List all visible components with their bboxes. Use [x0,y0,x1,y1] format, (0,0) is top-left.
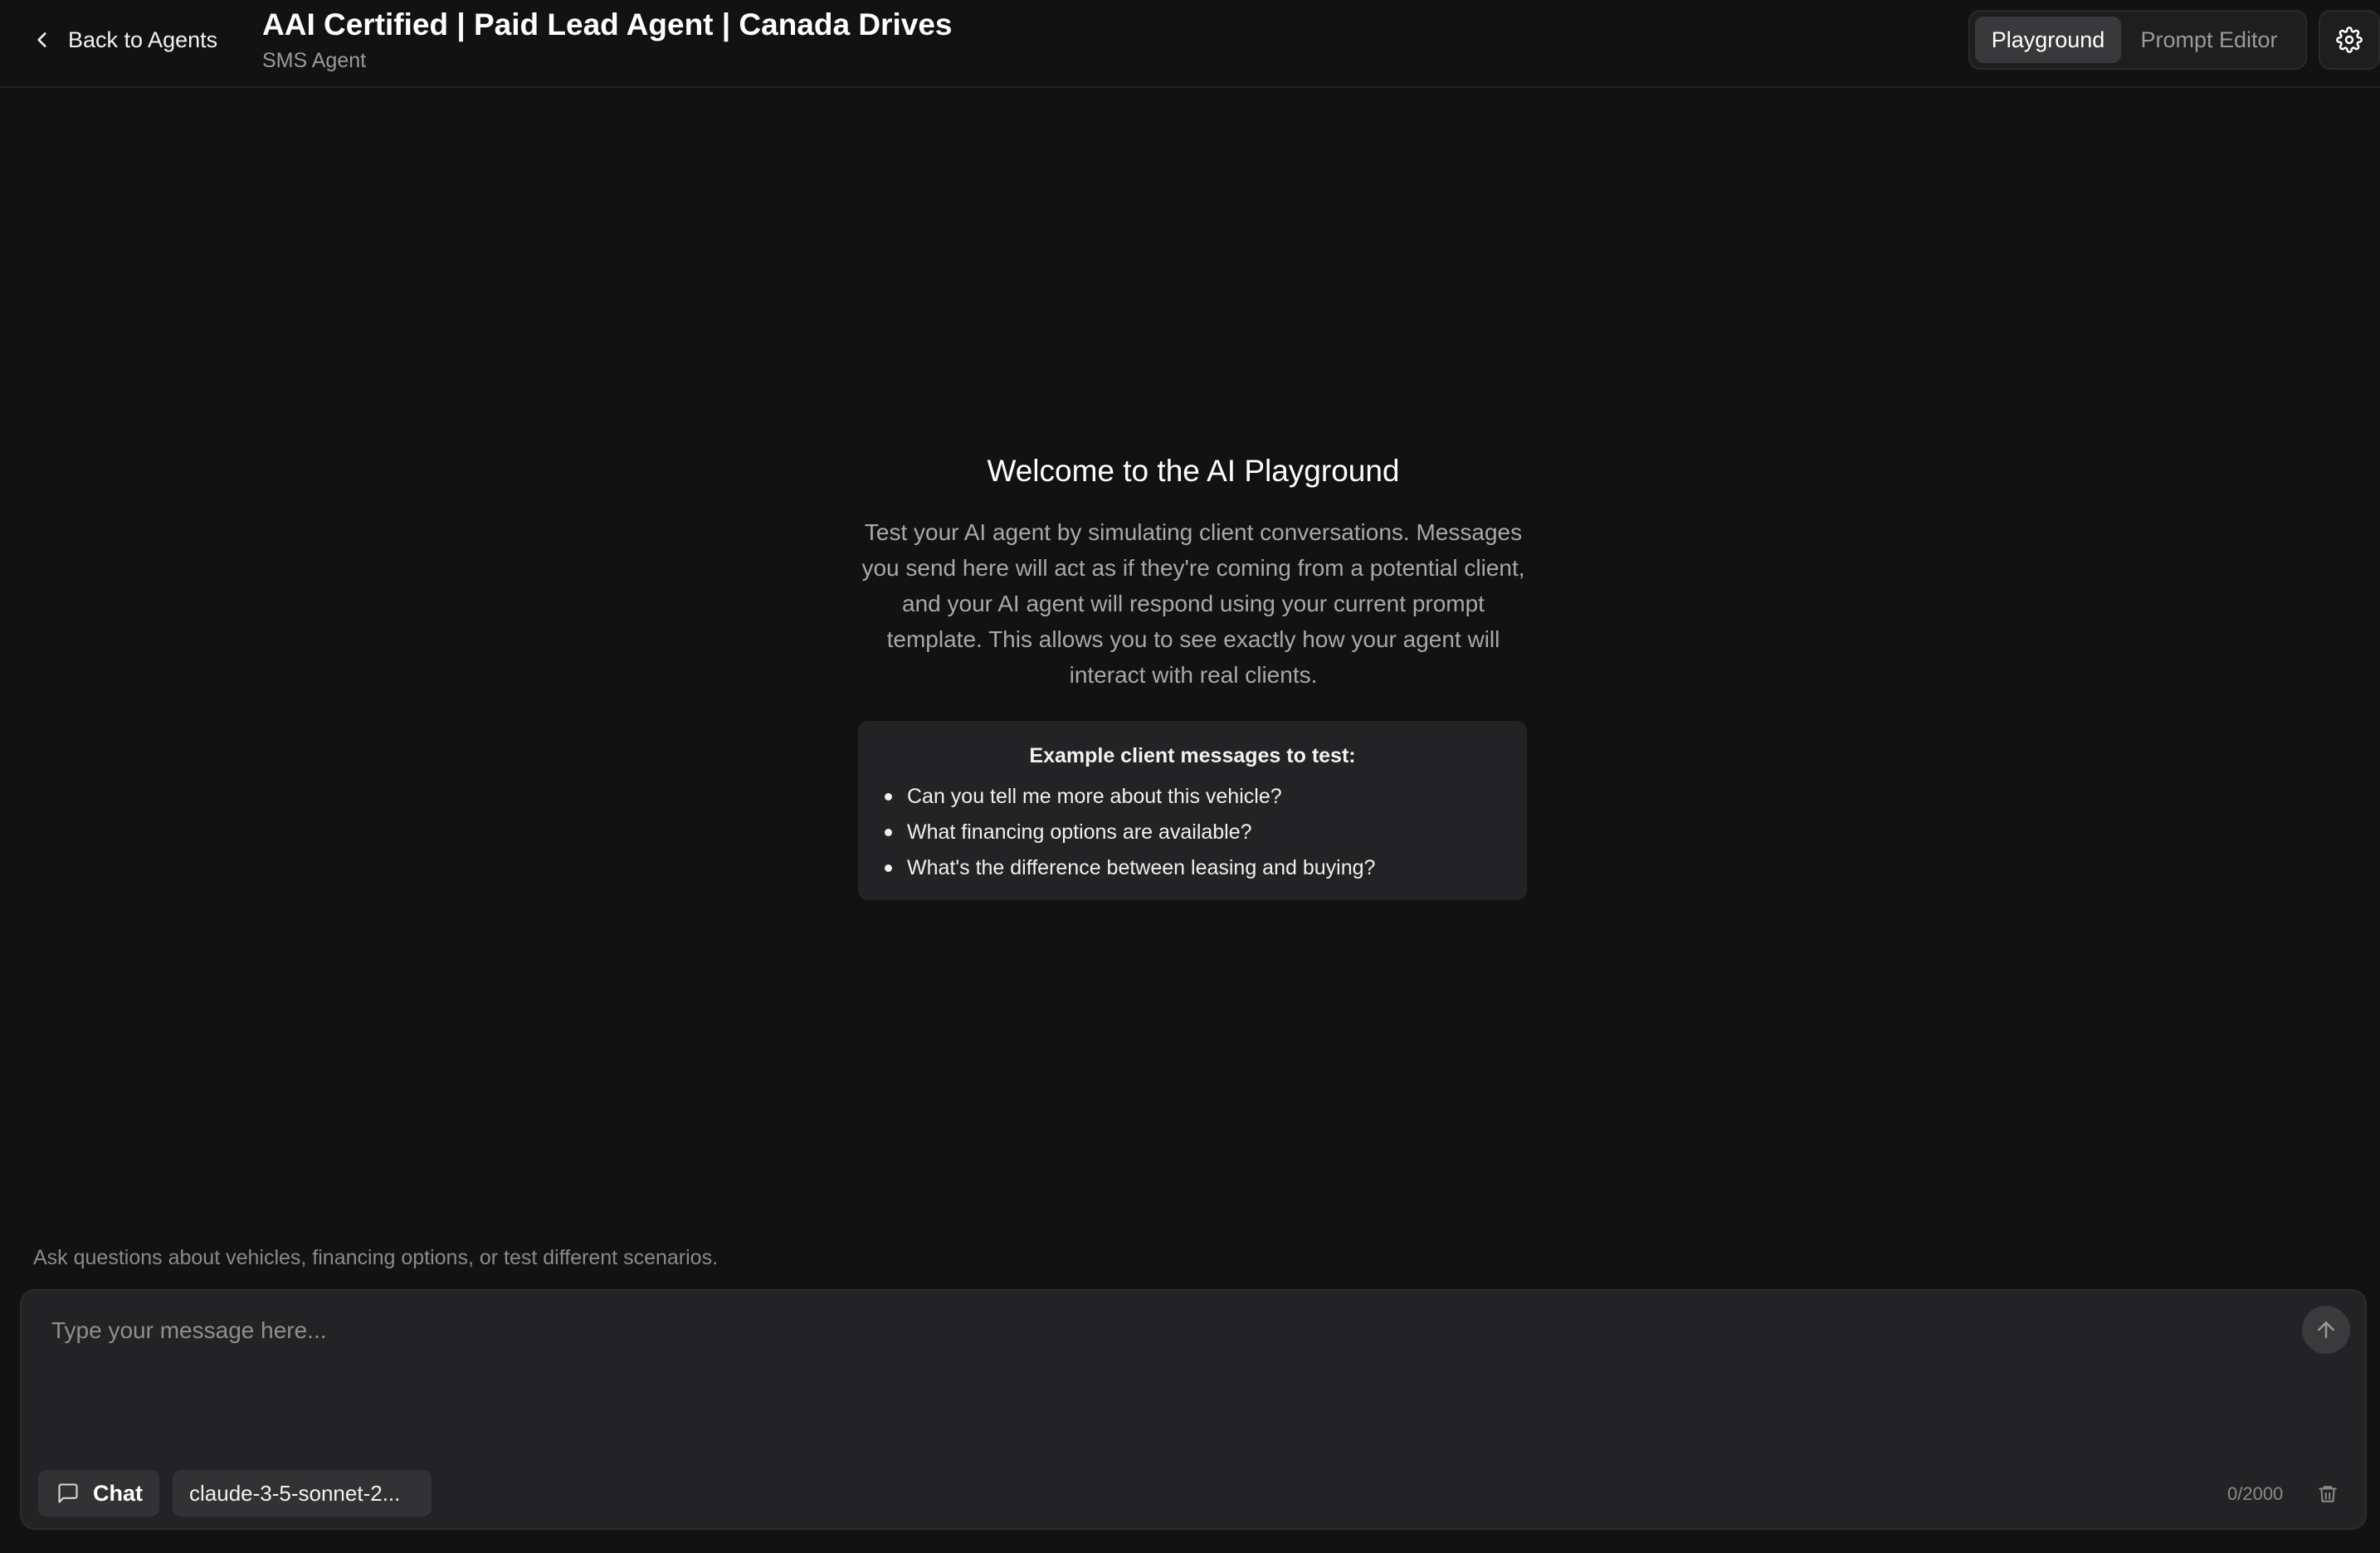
examples-title: Example client messages to test: [1029,744,1356,767]
character-counter: 0/2000 [2227,1483,2284,1504]
clear-chat-button[interactable] [2314,1480,2342,1508]
welcome-title: Welcome to the AI Playground [987,454,1400,488]
tab-prompt-editor[interactable]: Prompt Editor [2121,17,2297,63]
agent-title-block: AAI Certified | Paid Lead Agent | Canada… [262,7,952,73]
chevron-left-icon [37,32,46,47]
composer-hint: Ask questions about vehicles, financing … [33,1246,719,1269]
back-label: Back to Agents [68,27,218,52]
welcome-panel: Welcome to the AI Playground Test your A… [858,448,1529,900]
bullet-icon [885,864,892,872]
message-composer: Type your message here... Chat claude-3-… [20,1289,2367,1530]
welcome-description: Test your AI agent by simulating client … [861,519,1525,688]
list-item: What financing options are available? [885,815,1527,850]
bullet-icon [885,829,892,836]
top-bar: Back to Agents AAI Certified | Paid Lead… [0,0,2380,88]
bullet-icon [885,793,892,801]
arrow-up-icon [2318,1322,2334,1338]
example-text: What financing options are available? [907,820,1252,844]
agent-type-subtitle: SMS Agent [262,49,367,72]
page-title: AAI Certified | Paid Lead Agent | Canada… [262,7,953,41]
tab-playground[interactable]: Playground [1975,17,2121,63]
example-text: Can you tell me more about this vehicle? [907,785,1282,808]
message-input[interactable]: Type your message here... [51,1314,2292,1347]
message-square-icon [58,1483,78,1503]
list-item: Can you tell me more about this vehicle? [885,779,1527,815]
gear-icon [2336,27,2363,53]
chat-mode-button[interactable]: Chat [38,1470,159,1516]
model-selector[interactable]: claude-3-5-sonnet-2... [173,1470,432,1516]
list-item: What's the difference between leasing an… [885,850,1527,886]
view-mode-toggle: Playground Prompt Editor [1968,10,2307,70]
chat-mode-label: Chat [93,1480,143,1506]
settings-button[interactable] [2319,10,2380,70]
playground-page: Back to Agents AAI Certified | Paid Lead… [0,0,2380,1553]
back-to-agents-link[interactable]: Back to Agents [32,22,217,58]
example-list: Can you tell me more about this vehicle?… [858,779,1527,886]
trash-icon [2319,1486,2337,1502]
example-text: What's the difference between leasing an… [907,856,1376,879]
send-button[interactable] [2302,1306,2350,1354]
example-messages-box: Example client messages to test: Can you… [858,721,1527,900]
